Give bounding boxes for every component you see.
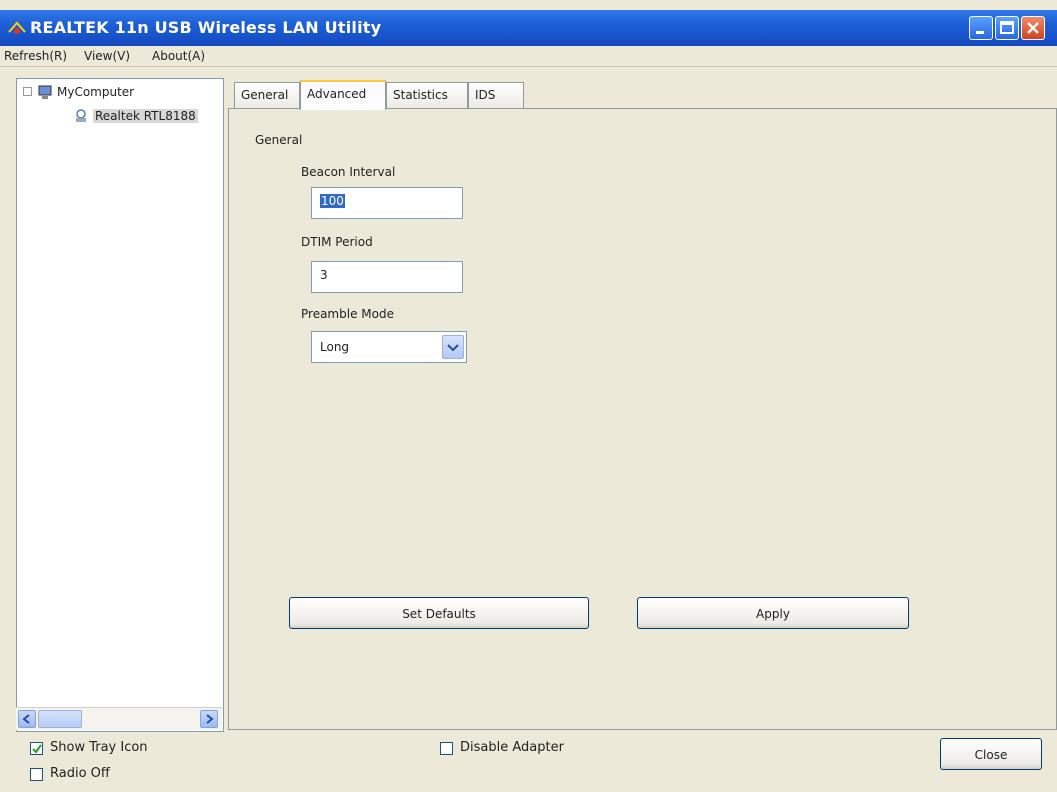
menu-about[interactable]: About(A) [152,49,205,63]
apply-button[interactable]: Apply [637,597,909,629]
dtim-period-label: DTIM Period [301,235,373,249]
arrow-left-icon [22,714,30,724]
set-defaults-button[interactable]: Set Defaults [289,597,589,629]
window-title: REALTEK 11n USB Wireless LAN Utility [30,18,382,37]
tab-ids[interactable]: IDS [468,82,524,108]
radio-off-label: Radio Off [50,766,110,781]
tree-horizontal-scrollbar[interactable] [16,707,222,730]
dtim-period-input[interactable]: 3 [311,261,463,293]
scroll-left-button[interactable] [18,710,36,728]
close-window-button[interactable] [1021,16,1045,40]
disable-adapter-checkbox[interactable] [440,742,453,755]
dtim-period-value: 3 [320,268,328,282]
dropdown-arrow[interactable] [442,335,464,359]
close-button[interactable]: Close [940,738,1042,770]
utility-window: REALTEK 11n USB Wireless LAN Utility Ref… [0,0,1057,792]
close-icon [1027,22,1039,34]
device-tree: MyComputer Realtek RTL8188 [16,78,224,732]
menu-view[interactable]: View(V) [84,49,130,63]
tree-label-adapter: Realtek RTL8188 [93,109,198,123]
preamble-mode-select[interactable]: Long [311,331,467,363]
arrow-right-icon [206,714,214,724]
radio-off-checkbox[interactable] [30,768,43,781]
group-label: General [255,133,303,147]
scroll-thumb[interactable] [38,710,82,728]
maximize-button[interactable] [995,16,1019,40]
tab-advanced[interactable]: Advanced [300,80,386,110]
tab-statistics[interactable]: Statistics [386,82,468,108]
beacon-interval-input[interactable]: 100 [311,187,463,219]
show-tray-icon-label: Show Tray Icon [50,740,148,755]
beacon-interval-label: Beacon Interval [301,165,396,179]
preamble-mode-value: Long [320,340,350,354]
menu-refresh[interactable]: Refresh(R) [4,49,67,63]
menu-bar: Refresh(R) View(V) About(A) [0,46,1057,67]
tab-general[interactable]: General [234,82,300,108]
tree-label-my-computer: MyComputer [57,85,135,99]
title-bar[interactable]: REALTEK 11n USB Wireless LAN Utility [0,10,1057,46]
collapse-icon[interactable] [23,87,32,96]
disable-adapter-label: Disable Adapter [460,740,564,755]
show-tray-icon-checkbox[interactable] [30,742,43,755]
app-icon [8,20,26,36]
maximize-icon [1000,21,1014,34]
preamble-mode-label: Preamble Mode [301,307,394,321]
chevron-down-icon [447,344,459,352]
wireless-adapter-icon [73,108,89,127]
checkmark-icon [32,744,42,754]
beacon-interval-value: 100 [320,194,345,208]
minimize-button[interactable] [969,16,993,40]
computer-icon [37,84,53,103]
advanced-panel: General Beacon Interval 100 DTIM Period … [228,108,1057,730]
scroll-right-button[interactable] [200,710,218,728]
minimize-icon [976,31,984,34]
